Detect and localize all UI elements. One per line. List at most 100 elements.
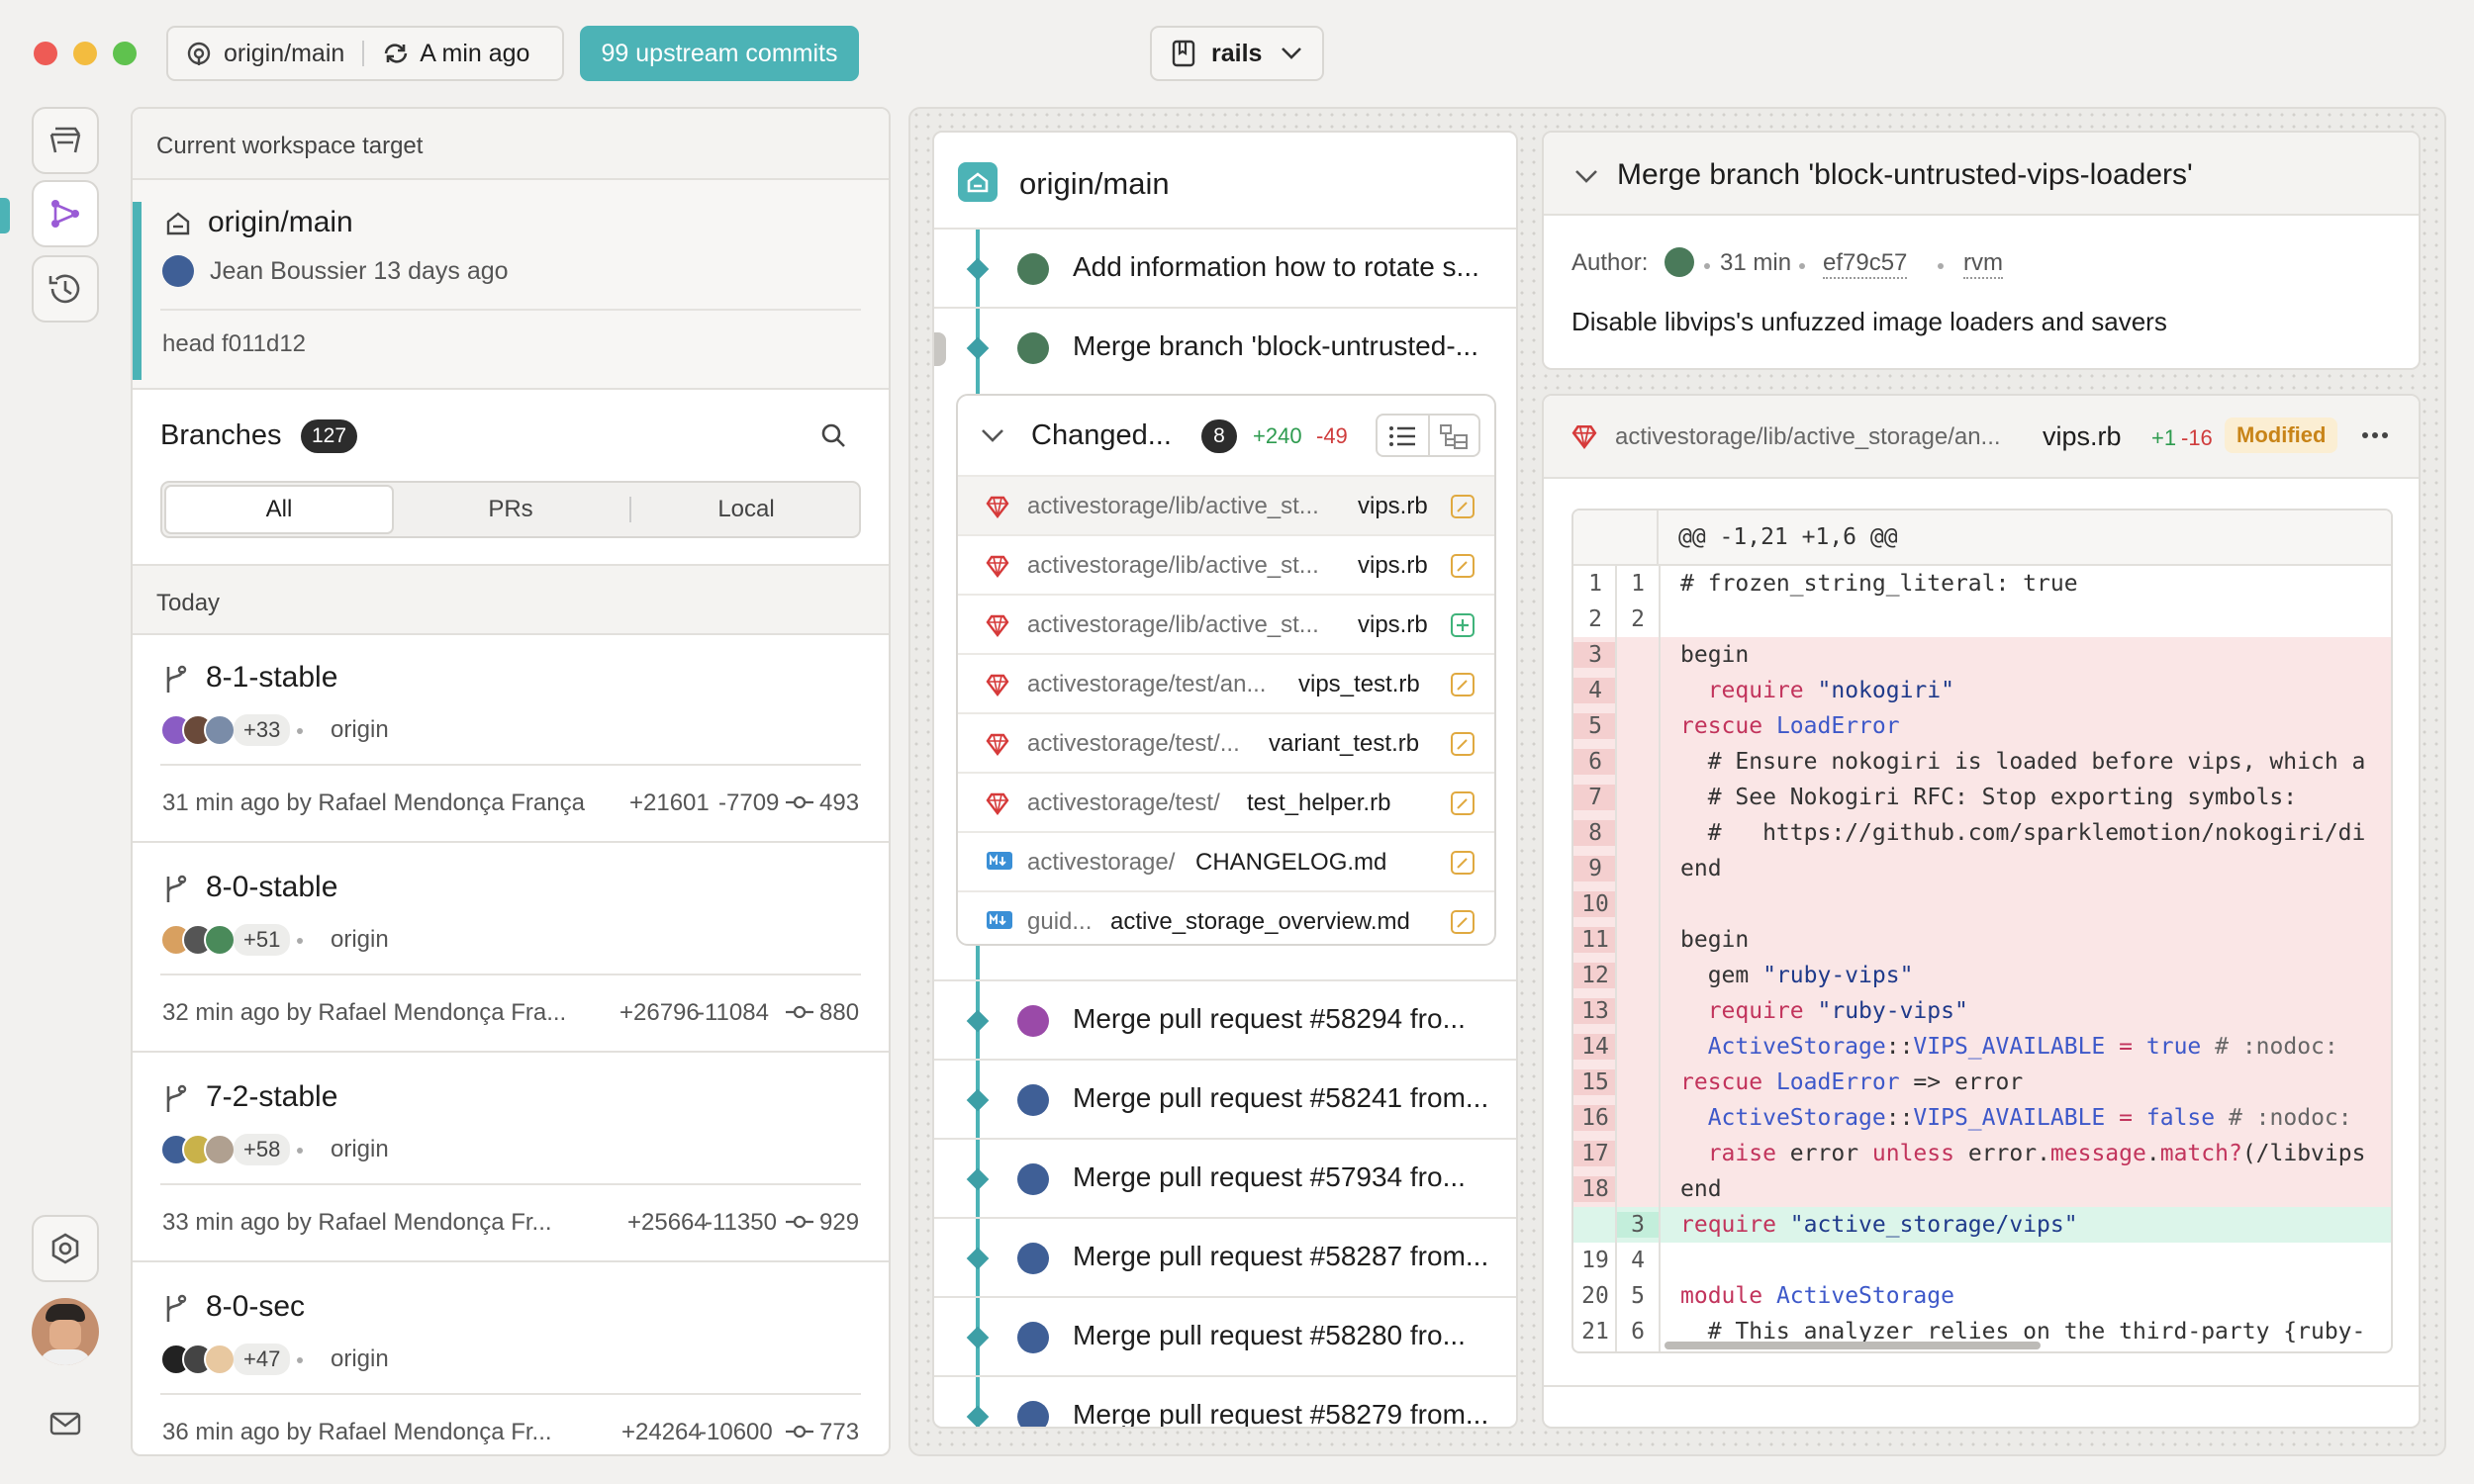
separator-dot	[297, 938, 303, 944]
branch-item[interactable]: 8-1-stable +33 origin 31 min ago by Rafa…	[133, 635, 889, 843]
branch-icon	[162, 1084, 188, 1114]
target-card[interactable]: origin/main Jean Boussier 13 days ago he…	[133, 180, 889, 390]
code-line-removed: 11 begin	[1573, 922, 2391, 958]
chevron-down-icon	[1280, 46, 1303, 61]
commit-row[interactable]: Merge branch 'block-untrusted-...	[934, 307, 1516, 386]
filter-prs[interactable]: PRs	[396, 485, 625, 534]
branch-item[interactable]: 7-2-stable +58 origin 33 min ago by Rafa…	[133, 1055, 889, 1262]
divider	[160, 309, 861, 311]
divider	[160, 1393, 861, 1395]
code-line-removed: 9 end	[1573, 851, 2391, 886]
divider	[362, 41, 365, 66]
avatar[interactable]	[32, 1298, 99, 1365]
commit-row[interactable]: Add information how to rotate s...	[934, 228, 1516, 307]
filter-all[interactable]: All	[164, 485, 394, 534]
remote-status-chip[interactable]: origin/main A min ago	[166, 26, 564, 81]
branch-remote: origin	[331, 1345, 389, 1372]
branch-commits: 880	[819, 999, 860, 1026]
ruby-file-icon	[986, 673, 1009, 696]
more-options-icon[interactable]	[2361, 431, 2389, 439]
target-name: origin/main	[208, 206, 353, 238]
settings-button[interactable]	[32, 1215, 99, 1282]
chevron-down-icon[interactable]	[1573, 168, 1599, 184]
commit-row[interactable]: Merge pull request #57934 fro...	[934, 1138, 1516, 1217]
list-view-icon[interactable]	[1387, 423, 1417, 449]
diff-card: activestorage/lib/active_storage/an... v…	[1542, 394, 2421, 1429]
changed-additions: +240	[1253, 423, 1302, 448]
changed-file-row[interactable]: activestorage/test/ test_helper.rb	[958, 772, 1494, 831]
commit-node	[966, 1405, 990, 1427]
horizontal-scrollbar[interactable]	[1665, 1342, 2041, 1349]
branch-commits: 773	[819, 1419, 860, 1445]
branch-name: 8-1-stable	[206, 661, 338, 694]
branches-button[interactable]	[32, 180, 99, 247]
diff-additions: +1	[2151, 425, 2177, 450]
commit-detail-card: Merge branch 'block-untrusted-vips-loade…	[1542, 131, 2421, 370]
markdown-file-icon	[986, 851, 1013, 871]
branch-icon	[162, 665, 188, 695]
commit-node	[966, 1009, 990, 1033]
branches-panel: Current workspace target origin/main Jea…	[131, 107, 891, 1456]
commit-avatar	[1017, 1163, 1049, 1195]
minimize-window-button[interactable]	[73, 42, 97, 65]
changed-file-row[interactable]: activestorage/test/an... vips_test.rb	[958, 653, 1494, 712]
workspace-icon	[48, 125, 83, 156]
changed-file-row[interactable]: activestorage/lib/active_st... vips.rb	[958, 594, 1494, 653]
branch-filter: All PRs Local	[160, 481, 861, 538]
changed-file-row[interactable]: activestorage/lib/active_st... vips.rb	[958, 475, 1494, 534]
code-line-removed: 12 gem "ruby-vips"	[1573, 958, 2391, 993]
target-author: Jean Boussier 13 days ago	[210, 257, 509, 285]
commit-node	[966, 1247, 990, 1270]
commit-row[interactable]: Merge pull request #58280 fro...	[934, 1296, 1516, 1375]
commit-row[interactable]: Merge pull request #58279 from...	[934, 1375, 1516, 1427]
branch-name: 8-0-sec	[206, 1290, 306, 1323]
branch-item[interactable]: 8-0-stable +51 origin 32 min ago by Rafa…	[133, 845, 889, 1053]
changed-file-row[interactable]: guid... active_storage_overview.md	[958, 890, 1494, 944]
commit-icon	[786, 1423, 813, 1440]
commit-row[interactable]: Merge pull request #58241 from...	[934, 1059, 1516, 1138]
divider	[1544, 1385, 2419, 1387]
search-icon[interactable]	[819, 421, 847, 449]
close-window-button[interactable]	[34, 42, 57, 65]
filter-local[interactable]: Local	[631, 485, 861, 534]
branch-additions: +21601	[629, 789, 710, 816]
branch-item[interactable]: 8-0-sec +47 origin 36 min ago by Rafael …	[133, 1264, 889, 1454]
code-line-removed: 10	[1573, 886, 2391, 922]
commit-icon	[786, 793, 813, 811]
maximize-window-button[interactable]	[113, 42, 137, 65]
code-line-removed: 17 raise error unless error.message.matc…	[1573, 1136, 2391, 1171]
commit-sha[interactable]: ef79c57	[1823, 249, 1908, 279]
separator-dot	[297, 1148, 303, 1154]
mail-icon[interactable]	[49, 1411, 81, 1437]
ruby-file-icon	[1571, 423, 1597, 449]
author-label: Author:	[1571, 249, 1649, 276]
branch-commits: 929	[819, 1209, 860, 1236]
repo-selector[interactable]: rails	[1150, 26, 1324, 81]
changed-file-row[interactable]: activestorage/ CHANGELOG.md	[958, 831, 1494, 890]
commit-detail-header: Merge branch 'block-untrusted-vips-loade…	[1544, 133, 2419, 216]
commit-user[interactable]: rvm	[1963, 249, 2003, 279]
commit-avatar	[1017, 1084, 1049, 1116]
diff-viewer[interactable]: @@ -1,21 +1,6 @@ 1 1 # frozen_string_liter…	[1571, 509, 2393, 1353]
upstream-commits-badge[interactable]: 99 upstream commits	[580, 26, 859, 81]
code-line: 1 1 # frozen_string_literal: true	[1588, 571, 2078, 597]
commit-avatar	[1017, 332, 1049, 364]
modified-icon	[1451, 732, 1475, 756]
workspace-button[interactable]	[32, 107, 99, 174]
contributors-more: +33	[234, 714, 291, 746]
divider	[160, 764, 861, 766]
commit-row[interactable]: Merge pull request #58294 fro...	[934, 979, 1516, 1059]
history-button[interactable]	[32, 255, 99, 323]
contributors-more: +58	[234, 1134, 291, 1165]
commit-row[interactable]: Merge pull request #58287 from...	[934, 1217, 1516, 1296]
history-icon	[47, 270, 84, 308]
code-lines: 1 1 # frozen_string_literal: true 22 3 begi…	[1573, 566, 2391, 1351]
chevron-down-icon[interactable]	[980, 427, 1005, 443]
diff-header: activestorage/lib/active_storage/an... v…	[1544, 396, 2419, 479]
commit-list-header: origin/main	[934, 133, 1516, 228]
tree-view-icon[interactable]	[1439, 423, 1469, 449]
changed-file-row[interactable]: activestorage/lib/active_st... vips.rb	[958, 534, 1494, 594]
code-line-removed: 4 require "nokogiri"	[1573, 673, 2391, 708]
changed-file-row[interactable]: activestorage/test/... variant_test.rb	[958, 712, 1494, 772]
file-name: vips.rb	[1358, 493, 1428, 519]
